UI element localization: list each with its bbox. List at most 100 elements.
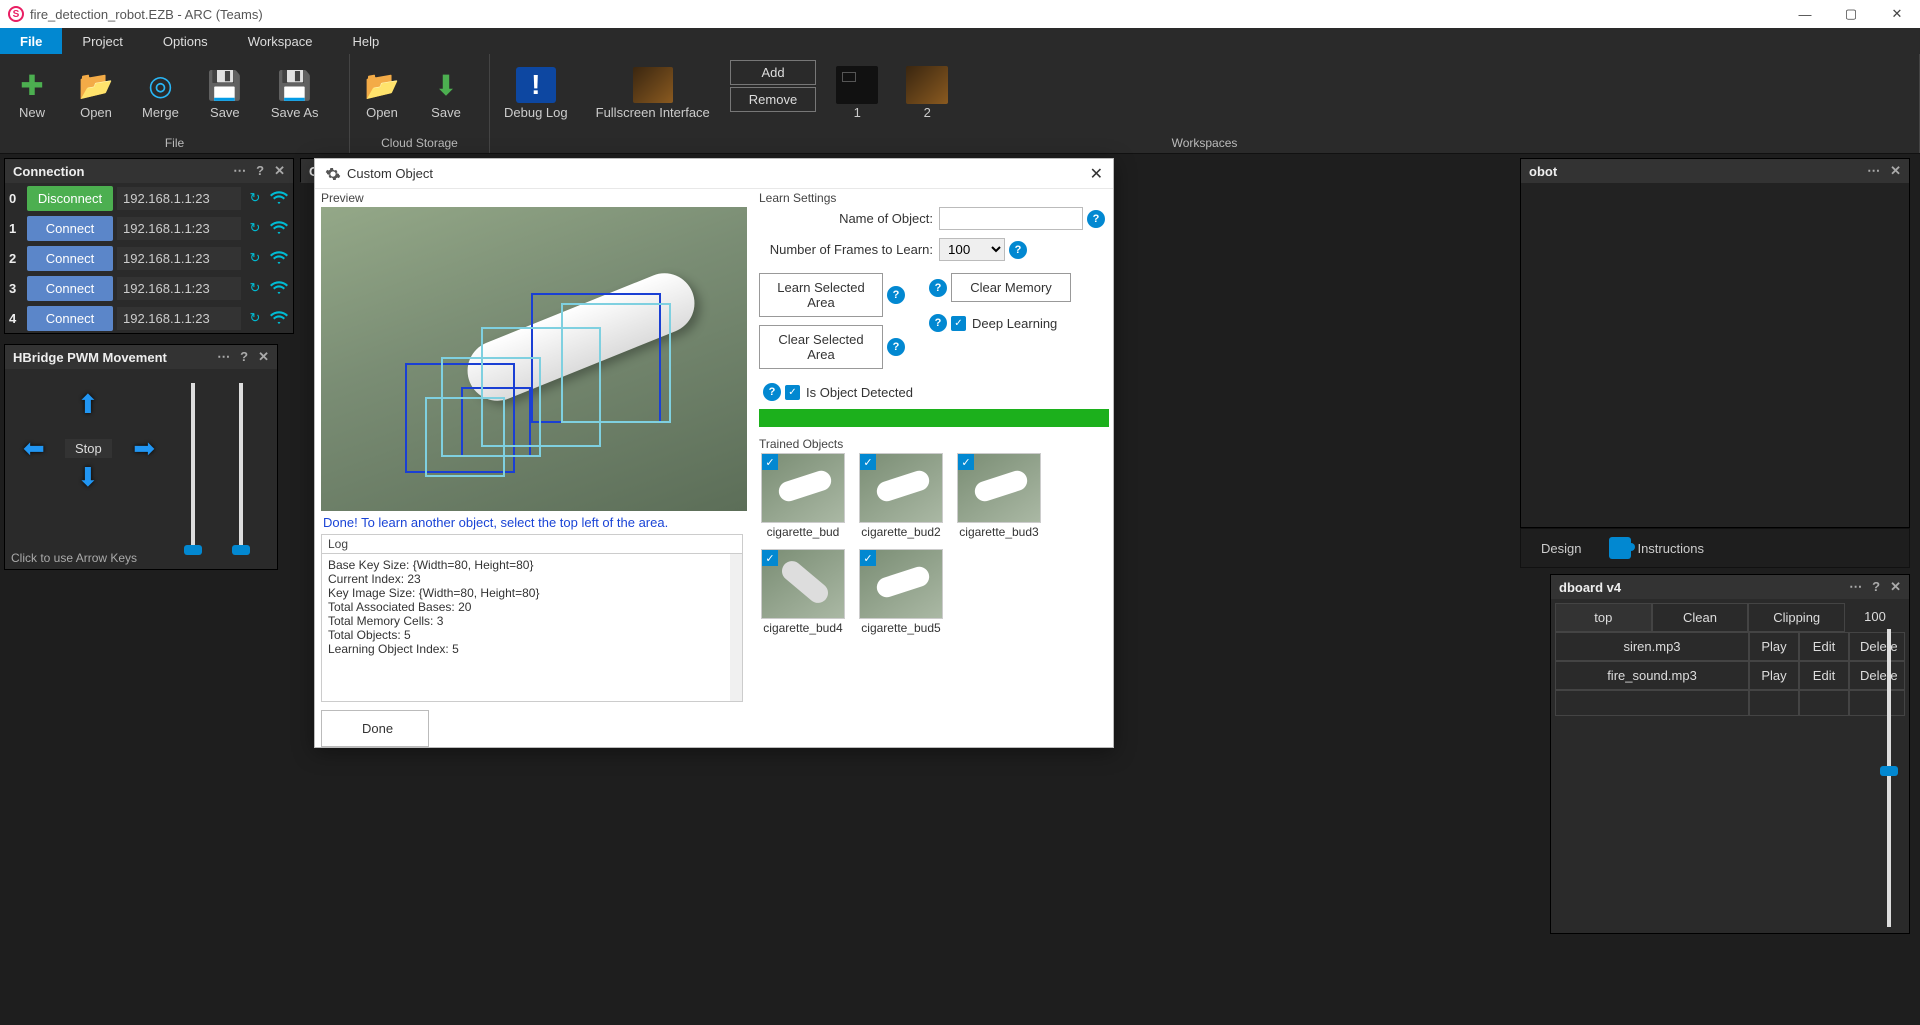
refresh-icon[interactable]: ↻ <box>245 218 265 238</box>
help-icon[interactable]: ? <box>929 279 947 297</box>
connection-button[interactable]: Disconnect <box>27 186 113 211</box>
ribbon-add-workspace[interactable]: Add <box>730 60 816 85</box>
ribbon-cloud-open[interactable]: 📂Open <box>350 54 414 133</box>
menu-help[interactable]: Help <box>332 28 399 54</box>
trained-checkbox[interactable]: ✓ <box>958 454 974 470</box>
frames-select[interactable]: 100 <box>939 238 1005 261</box>
arrow-up-icon[interactable]: ⬆ <box>77 389 99 420</box>
trained-thumbnail[interactable]: ✓ <box>761 549 845 619</box>
tab-instructions[interactable]: Instructions <box>1599 531 1713 565</box>
name-of-object-input[interactable] <box>939 207 1083 230</box>
scrollbar[interactable] <box>730 554 742 701</box>
connection-ip[interactable]: 192.168.1.1:23 <box>117 307 241 330</box>
connection-ip[interactable]: 192.168.1.1:23 <box>117 277 241 300</box>
ribbon-save-as[interactable]: 💾Save As <box>257 54 333 133</box>
refresh-icon[interactable]: ↻ <box>245 188 265 208</box>
panel-more-icon[interactable]: ⋯ <box>1867 163 1880 179</box>
sb-col-clipping[interactable]: Clipping <box>1748 603 1845 632</box>
connection-button[interactable]: Connect <box>27 216 113 241</box>
connection-button[interactable]: Connect <box>27 306 113 331</box>
trained-checkbox[interactable]: ✓ <box>860 550 876 566</box>
workspace-1[interactable]: 1 <box>822 54 892 133</box>
clear-selected-button[interactable]: Clear Selected Area <box>759 325 883 369</box>
panel-help-icon[interactable]: ? <box>1872 579 1880 595</box>
edit-button[interactable]: Edit <box>1799 632 1849 661</box>
trained-checkbox[interactable]: ✓ <box>762 550 778 566</box>
trained-thumbnail[interactable]: ✓ <box>957 453 1041 523</box>
arrow-down-icon[interactable]: ⬇ <box>77 462 99 493</box>
is-detected-checkbox[interactable]: ✓ <box>785 385 800 400</box>
clear-memory-button[interactable]: Clear Memory <box>951 273 1071 302</box>
ribbon-merge[interactable]: ◎Merge <box>128 54 193 133</box>
panel-help-icon[interactable]: ? <box>240 349 248 365</box>
wifi-icon[interactable] <box>269 248 289 268</box>
panel-close-icon[interactable]: ✕ <box>1890 579 1901 595</box>
help-icon[interactable]: ? <box>1009 241 1027 259</box>
close-window-button[interactable]: ✕ <box>1874 0 1920 28</box>
connection-ip[interactable]: 192.168.1.1:23 <box>117 187 241 210</box>
wifi-icon[interactable] <box>269 278 289 298</box>
trained-checkbox[interactable]: ✓ <box>762 454 778 470</box>
help-icon[interactable]: ? <box>887 338 905 356</box>
maximize-button[interactable]: ▢ <box>1828 0 1874 28</box>
refresh-icon[interactable]: ↻ <box>245 278 265 298</box>
play-button[interactable]: Play <box>1749 632 1799 661</box>
preview-image[interactable] <box>321 207 747 511</box>
trained-thumbnail[interactable]: ✓ <box>859 453 943 523</box>
menu-workspace[interactable]: Workspace <box>228 28 333 54</box>
done-button[interactable]: Done <box>321 710 429 747</box>
connection-button[interactable]: Connect <box>27 246 113 271</box>
play-button[interactable]: Play <box>1749 661 1799 690</box>
delete-button[interactable]: Delete <box>1849 661 1905 690</box>
delete-button[interactable]: Delete <box>1849 632 1905 661</box>
tab-design[interactable]: Design <box>1531 535 1591 562</box>
ribbon-open[interactable]: 📂Open <box>64 54 128 133</box>
trained-object[interactable]: ✓ cigarette_bud <box>759 453 847 539</box>
slider-thumb[interactable] <box>184 545 202 555</box>
trained-thumbnail[interactable]: ✓ <box>761 453 845 523</box>
help-icon[interactable]: ? <box>887 286 905 304</box>
menu-options[interactable]: Options <box>143 28 228 54</box>
help-icon[interactable]: ? <box>929 314 947 332</box>
panel-more-icon[interactable]: ⋯ <box>1849 579 1862 595</box>
ribbon-new[interactable]: ✚New <box>0 54 64 133</box>
sb-col-top[interactable]: top <box>1555 603 1652 632</box>
volume-slider-thumb[interactable] <box>1880 766 1898 776</box>
panel-close-icon[interactable]: ✕ <box>1890 163 1901 179</box>
help-icon[interactable]: ? <box>1087 210 1105 228</box>
panel-more-icon[interactable]: ⋯ <box>233 163 246 179</box>
connection-button[interactable]: Connect <box>27 276 113 301</box>
wifi-icon[interactable] <box>269 308 289 328</box>
menu-project[interactable]: Project <box>62 28 142 54</box>
dialog-close-button[interactable]: ✕ <box>1090 164 1103 184</box>
trained-object[interactable]: ✓ cigarette_bud5 <box>857 549 945 635</box>
trained-thumbnail[interactable]: ✓ <box>859 549 943 619</box>
ribbon-save[interactable]: 💾Save <box>193 54 257 133</box>
sb-col-clean[interactable]: Clean <box>1652 603 1749 632</box>
log-textarea[interactable]: Base Key Size: {Width=80, Height=80} Cur… <box>321 553 743 702</box>
minimize-button[interactable]: — <box>1782 0 1828 28</box>
menu-file[interactable]: File <box>0 28 62 54</box>
ribbon-debug-log[interactable]: !Debug Log <box>490 54 582 133</box>
ribbon-fullscreen[interactable]: Fullscreen Interface <box>582 54 724 133</box>
ribbon-remove-workspace[interactable]: Remove <box>730 87 816 112</box>
panel-more-icon[interactable]: ⋯ <box>217 349 230 365</box>
help-icon[interactable]: ? <box>763 383 781 401</box>
trained-object[interactable]: ✓ cigarette_bud2 <box>857 453 945 539</box>
arrow-right-icon[interactable]: ➡ <box>133 433 155 464</box>
panel-close-icon[interactable]: ✕ <box>274 163 285 179</box>
trained-checkbox[interactable]: ✓ <box>860 454 876 470</box>
ribbon-cloud-save[interactable]: ⬇Save <box>414 54 478 133</box>
edit-button[interactable]: Edit <box>1799 661 1849 690</box>
workspace-2[interactable]: 2 <box>892 54 962 133</box>
panel-close-icon[interactable]: ✕ <box>258 349 269 365</box>
learn-selected-button[interactable]: Learn Selected Area <box>759 273 883 317</box>
panel-help-icon[interactable]: ? <box>256 163 264 179</box>
trained-object[interactable]: ✓ cigarette_bud3 <box>955 453 1043 539</box>
wifi-icon[interactable] <box>269 218 289 238</box>
refresh-icon[interactable]: ↻ <box>245 308 265 328</box>
deep-learning-checkbox[interactable]: ✓ <box>951 316 966 331</box>
wifi-icon[interactable] <box>269 188 289 208</box>
stop-button[interactable]: Stop <box>65 439 112 458</box>
connection-ip[interactable]: 192.168.1.1:23 <box>117 217 241 240</box>
